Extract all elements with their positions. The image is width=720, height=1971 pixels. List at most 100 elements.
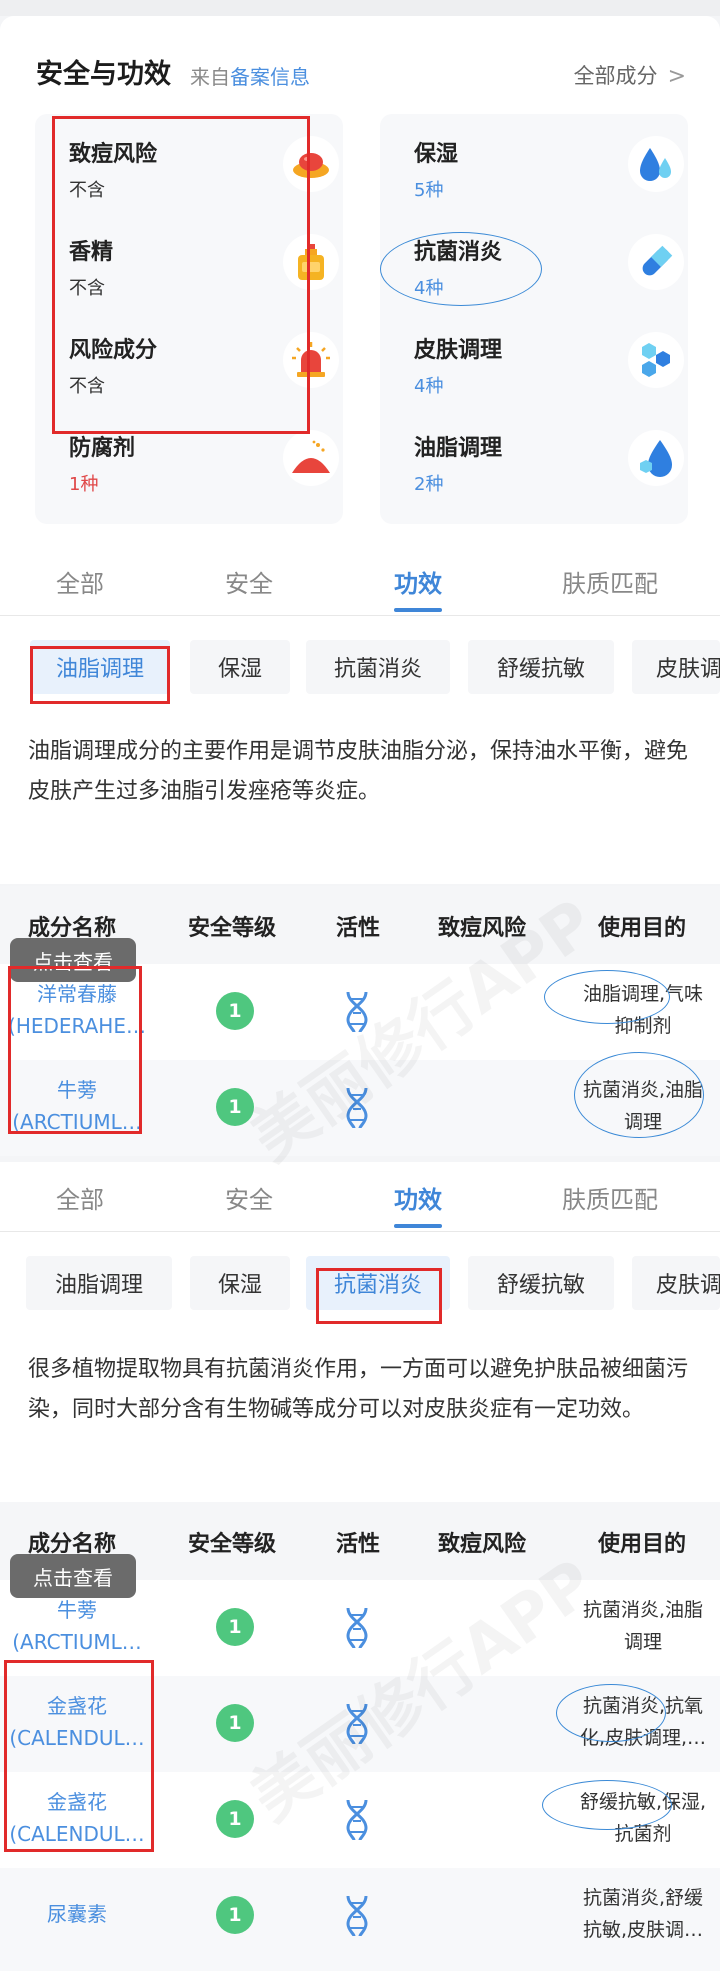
safety-item-name: 风险成分 xyxy=(69,338,158,363)
chip-skin-conditioning[interactable]: 皮肤调 xyxy=(632,640,720,694)
table-row[interactable]: 金盏花 (CALENDUL… 1 抗菌消炎,抗氧 化,皮肤调理,… xyxy=(0,1676,720,1772)
dna-activity-icon xyxy=(346,991,368,1033)
chip-soothing[interactable]: 舒缓抗敏 xyxy=(468,640,614,694)
ingredient-name[interactable]: 金盏花 (CALENDUL… xyxy=(2,1786,152,1850)
tab-efficacy[interactable]: 功效 xyxy=(394,564,442,599)
efficacy-item-oil-control[interactable]: 油脂调理 2种 xyxy=(414,430,684,510)
table-row[interactable]: 金盏花 (CALENDUL… 1 舒缓抗敏,保湿, 抗菌剂 xyxy=(0,1772,720,1868)
tab-all[interactable]: 全部 xyxy=(56,1180,104,1215)
header-safety-level: 安全等级 xyxy=(188,916,277,941)
purpose-line: 抗敏,皮肤调… xyxy=(582,1919,704,1941)
ingredient-name[interactable]: 尿囊素 xyxy=(2,1898,152,1930)
filter-tabs: 全部 安全 功效 肤质匹配 xyxy=(0,1162,720,1232)
efficacy-item-moisturizing[interactable]: 保湿 5种 xyxy=(414,136,684,216)
chip-antibacterial[interactable]: 抗菌消炎 xyxy=(306,1256,450,1310)
source-prefix: 来自 xyxy=(190,65,230,89)
tab-active-indicator xyxy=(394,608,442,612)
safety-item-preservative[interactable]: 防腐剂 1种 xyxy=(69,430,339,510)
efficacy-item-value: 4种 xyxy=(414,376,444,397)
efficacy-item-skin-conditioning[interactable]: 皮肤调理 4种 xyxy=(414,332,684,412)
all-ingredients-link[interactable]: 全部成分 > xyxy=(574,60,686,90)
ingredient-latin-name: (ARCTIUML… xyxy=(12,1630,142,1654)
tap-to-view-tooltip[interactable]: 点击查看 xyxy=(10,1554,136,1598)
chip-soothing[interactable]: 舒缓抗敏 xyxy=(468,1256,614,1310)
safety-level-badge: 1 xyxy=(216,1608,254,1646)
tab-safety[interactable]: 安全 xyxy=(225,1180,273,1215)
purpose-line: 舒缓抗敏,保湿, xyxy=(579,1791,707,1813)
table-row[interactable]: 尿囊素 1 抗菌消炎,舒缓 抗敏,皮肤调… xyxy=(0,1868,720,1971)
chip-skin-conditioning[interactable]: 皮肤调 xyxy=(632,1256,720,1310)
header-purpose: 使用目的 xyxy=(598,1532,687,1557)
alarm-light-icon xyxy=(283,332,339,388)
tab-all[interactable]: 全部 xyxy=(56,564,104,599)
chevron-right-icon: > xyxy=(667,64,686,89)
filter-tabs: 全部 安全 功效 肤质匹配 xyxy=(0,546,720,616)
chip-oil-control[interactable]: 油脂调理 xyxy=(26,1256,172,1310)
purpose-line: 化,皮肤调理,… xyxy=(579,1727,707,1749)
safety-level-badge: 1 xyxy=(216,1800,254,1838)
header-activity: 活性 xyxy=(336,1532,381,1557)
table-row[interactable]: 牛蒡 (ARCTIUML… 1 抗菌消炎,油脂 调理 xyxy=(0,1060,720,1156)
ingredient-latin-name: (CALENDUL… xyxy=(9,1726,145,1750)
safety-item-risk-ingredients[interactable]: 风险成分 不含 xyxy=(69,332,339,412)
preservative-powder-icon xyxy=(283,430,339,486)
usage-purpose: 抗菌消炎,油脂 调理 xyxy=(568,1594,718,1658)
chip-antibacterial[interactable]: 抗菌消炎 xyxy=(306,640,450,694)
ingredient-name[interactable]: 牛蒡 (ARCTIUML… xyxy=(2,1594,152,1658)
usage-purpose: 舒缓抗敏,保湿, 抗菌剂 xyxy=(568,1786,718,1850)
efficacy-chips: 油脂调理 保湿 抗菌消炎 舒缓抗敏 皮肤调 xyxy=(0,1232,720,1324)
safety-level-badge: 1 xyxy=(216,1896,254,1934)
ingredient-cn-name: 牛蒡 xyxy=(57,1078,97,1102)
dna-activity-icon xyxy=(346,1799,368,1841)
safety-item-value: 不含 xyxy=(69,278,105,299)
ingredient-latin-name: (HEDERAHE… xyxy=(8,1014,146,1038)
source-link[interactable]: 备案信息 xyxy=(230,65,310,89)
safety-item-name: 香精 xyxy=(69,240,114,265)
purpose-line: 抗菌消炎,舒缓 xyxy=(582,1887,704,1909)
ingredient-name[interactable]: 洋常春藤 (HEDERAHE… xyxy=(2,978,152,1042)
purpose-line: 抑制剂 xyxy=(614,1015,672,1037)
tab-skin-match[interactable]: 肤质匹配 xyxy=(562,1180,658,1215)
efficacy-item-value: 5种 xyxy=(414,180,444,201)
efficacy-chips: 油脂调理 保湿 抗菌消炎 舒缓抗敏 皮肤调 xyxy=(0,616,720,708)
ingredient-name[interactable]: 金盏花 (CALENDUL… xyxy=(2,1690,152,1754)
usage-purpose: 抗菌消炎,舒缓 抗敏,皮肤调… xyxy=(568,1882,718,1946)
header-purpose: 使用目的 xyxy=(598,916,687,941)
usage-purpose: 抗菌消炎,抗氧 化,皮肤调理,… xyxy=(568,1690,718,1754)
tab-skin-match[interactable]: 肤质匹配 xyxy=(562,564,658,599)
efficacy-item-name: 皮肤调理 xyxy=(414,338,503,363)
chip-oil-control[interactable]: 油脂调理 xyxy=(30,640,170,694)
ingredient-cn-name: 牛蒡 xyxy=(57,1598,97,1622)
tab-active-indicator xyxy=(394,1224,442,1228)
purpose-line: 抗菌消炎,油脂 xyxy=(582,1599,704,1621)
safety-item-acne-risk[interactable]: 致痘风险 不含 xyxy=(69,136,339,216)
efficacy-item-value: 2种 xyxy=(414,474,444,495)
capsule-icon xyxy=(628,234,684,290)
efficacy-item-antibacterial[interactable]: 抗菌消炎 4种 xyxy=(414,234,684,314)
tab-efficacy[interactable]: 功效 xyxy=(394,1180,442,1215)
chip-moisturizing[interactable]: 保湿 xyxy=(190,1256,290,1310)
usage-purpose: 油脂调理,气味 抑制剂 xyxy=(568,978,718,1042)
efficacy-description: 油脂调理成分的主要作用是调节皮肤油脂分泌，保持油水平衡，避免皮肤产生过多油脂引发… xyxy=(0,708,720,884)
purpose-line: 调理 xyxy=(623,1111,662,1133)
safety-item-fragrance[interactable]: 香精 不含 xyxy=(69,234,339,314)
header-activity: 活性 xyxy=(336,916,381,941)
safety-level-badge: 1 xyxy=(216,992,254,1030)
ingredient-cn-name: 金盏花 xyxy=(47,1790,107,1814)
ingredient-name[interactable]: 牛蒡 (ARCTIUML… xyxy=(2,1074,152,1138)
header-acne-risk: 致痘风险 xyxy=(438,1532,527,1557)
tap-to-view-tooltip[interactable]: 点击查看 xyxy=(10,938,136,982)
efficacy-panel: 保湿 5种 抗菌消炎 4种 皮肤调理 4种 油脂调理 2种 xyxy=(380,114,688,524)
acne-risk-icon xyxy=(283,136,339,192)
dna-activity-icon xyxy=(346,1895,368,1937)
purpose-line: 油脂调理,气味 xyxy=(582,983,704,1005)
usage-purpose: 抗菌消炎,油脂 调理 xyxy=(568,1074,718,1138)
header-acne-risk: 致痘风险 xyxy=(438,916,527,941)
ingredient-cn-name: 洋常春藤 xyxy=(37,982,117,1006)
chip-moisturizing[interactable]: 保湿 xyxy=(190,640,290,694)
purpose-line: 抗菌剂 xyxy=(614,1823,672,1845)
ingredient-latin-name: (CALENDUL… xyxy=(9,1822,145,1846)
efficacy-description: 很多植物提取物具有抗菌消炎作用，一方面可以避免护肤品被细菌污染，同时大部分含有生… xyxy=(0,1324,720,1504)
tab-safety[interactable]: 安全 xyxy=(225,564,273,599)
top-strip xyxy=(0,0,720,16)
